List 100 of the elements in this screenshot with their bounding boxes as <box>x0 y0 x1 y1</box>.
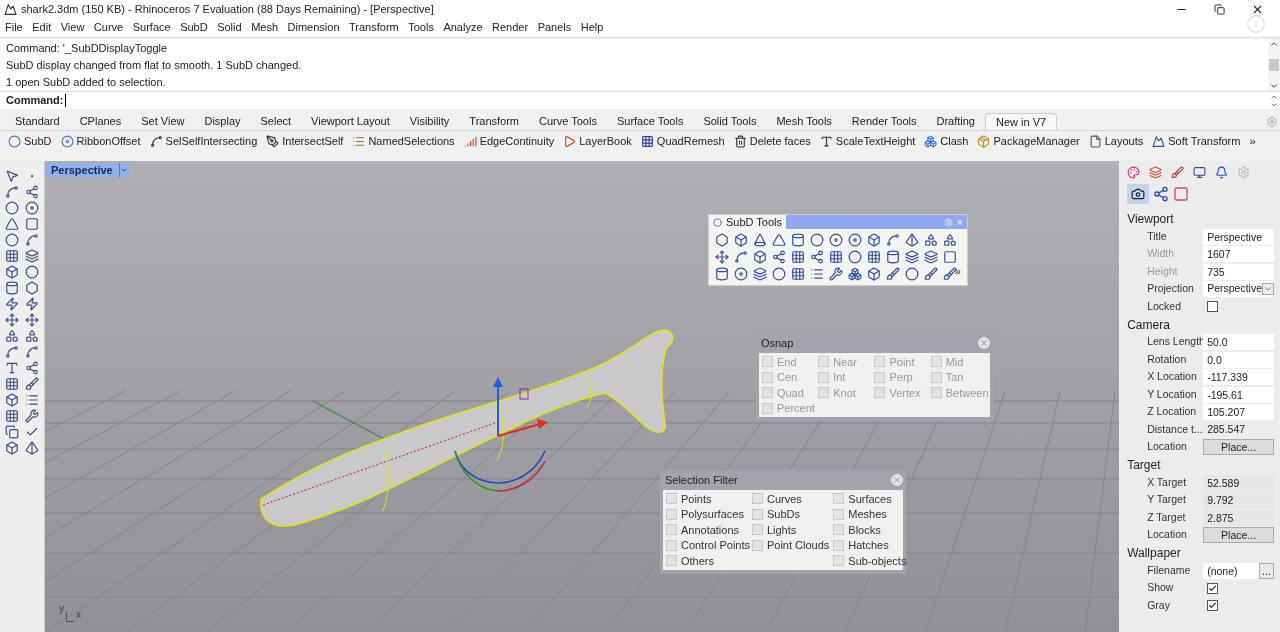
place-button[interactable]: Place... <box>1203 439 1274 456</box>
menu-item[interactable]: Curve <box>93 18 124 36</box>
cube-icon[interactable] <box>5 265 19 279</box>
move-icon[interactable] <box>5 313 19 327</box>
grid-icon[interactable] <box>791 267 806 281</box>
grid-icon[interactable] <box>867 250 882 264</box>
toolbar-tab[interactable]: Mesh Tools <box>766 113 842 130</box>
cube-icon[interactable] <box>867 267 882 281</box>
ribbon-button[interactable]: LayerBook <box>563 132 632 150</box>
brush-icon[interactable] <box>24 377 39 391</box>
wrench-icon[interactable] <box>24 409 39 423</box>
square-icon[interactable] <box>943 250 958 264</box>
burst-icon[interactable] <box>24 297 39 311</box>
ribbon-button[interactable]: Delete faces <box>733 132 811 150</box>
triangle-icon[interactable] <box>5 217 19 231</box>
projection-dropdown[interactable]: Perspective <box>1203 281 1274 298</box>
sphere-icon[interactable] <box>24 265 39 279</box>
sphere-icon[interactable] <box>905 267 920 281</box>
shapes-icon[interactable] <box>924 233 939 247</box>
layers-icon[interactable] <box>905 250 920 264</box>
property-field[interactable]: -117.339 <box>1203 369 1274 386</box>
scrollbar[interactable] <box>1268 39 1280 91</box>
nodes-icon[interactable] <box>772 250 787 264</box>
grid-icon[interactable] <box>5 409 19 423</box>
nodes-icon[interactable] <box>24 185 39 199</box>
toolbar-tab[interactable]: Viewport Layout <box>301 113 400 130</box>
ribbon-button[interactable]: QuadRemesh <box>640 132 725 150</box>
toolbar-tab[interactable]: Drafting <box>926 113 985 130</box>
layers-icon[interactable] <box>1149 166 1163 179</box>
ribbon-button[interactable]: NamedSelections <box>352 132 455 150</box>
menu-item[interactable]: Analyze <box>443 18 483 36</box>
menu-item[interactable]: Render <box>492 18 529 36</box>
polyline-icon[interactable] <box>5 185 19 199</box>
toolbar-tab[interactable]: Display <box>194 113 251 130</box>
menu-item[interactable]: View <box>60 18 85 36</box>
property-field[interactable]: 0.0 <box>1203 351 1274 368</box>
toolbar-tab[interactable]: Render Tools <box>841 113 927 130</box>
move-icon[interactable] <box>24 313 39 327</box>
menu-item[interactable]: Solid <box>217 18 242 36</box>
cube-icon[interactable] <box>5 441 19 455</box>
check-icon[interactable] <box>24 425 39 439</box>
palette-icon[interactable] <box>1127 166 1141 179</box>
checkbox[interactable] <box>1207 301 1219 313</box>
list-icon[interactable] <box>24 393 39 407</box>
toolbar-tab[interactable]: Standard <box>5 113 70 130</box>
bell-icon[interactable] <box>1215 166 1229 179</box>
browse-button[interactable]: ... <box>1259 562 1274 579</box>
menu-item[interactable]: File <box>5 18 23 36</box>
wrench-icon[interactable] <box>829 267 844 281</box>
hexagon-icon[interactable] <box>715 233 730 247</box>
restore-icon[interactable] <box>1214 3 1225 15</box>
property-field[interactable]: 735 <box>1203 263 1274 280</box>
cube-icon[interactable] <box>867 233 882 247</box>
boxes-icon[interactable] <box>848 267 863 281</box>
menu-item[interactable]: Panels <box>537 18 572 36</box>
property-field[interactable]: 50.0 <box>1203 334 1274 351</box>
ribbon-button[interactable]: Soft Transform <box>1152 132 1241 150</box>
grid-icon[interactable] <box>791 250 806 264</box>
ring-icon[interactable] <box>848 233 863 247</box>
text-icon[interactable] <box>5 361 19 375</box>
curve-icon[interactable] <box>5 345 19 359</box>
brush-icon[interactable] <box>886 267 901 281</box>
curve-icon[interactable] <box>24 345 39 359</box>
viewport[interactable] <box>44 161 1120 632</box>
cube-icon[interactable] <box>5 393 19 407</box>
brush-icon[interactable] <box>924 267 939 281</box>
ellipse-icon[interactable] <box>24 201 39 215</box>
toolbar-tab[interactable]: Select <box>250 113 302 130</box>
property-field[interactable]: Perspective <box>1203 228 1274 245</box>
burst-icon[interactable] <box>5 297 19 311</box>
scroll-thumb[interactable] <box>1269 59 1279 71</box>
sphere-icon[interactable] <box>772 267 787 281</box>
checkbox[interactable] <box>1207 600 1219 612</box>
ribbon-button[interactable]: ScaleTextHeight <box>819 132 916 150</box>
property-field[interactable]: 1607 <box>1203 246 1274 263</box>
cube-icon[interactable] <box>734 233 749 247</box>
ring-icon[interactable] <box>829 233 844 247</box>
shapes-icon[interactable] <box>943 233 958 247</box>
grid-icon[interactable] <box>5 377 19 391</box>
toolbar-tab[interactable]: Visibility <box>399 113 460 130</box>
menu-item[interactable]: Mesh <box>251 18 279 36</box>
pointer-icon[interactable] <box>5 169 19 183</box>
menu-item[interactable]: Help <box>580 18 604 36</box>
ribbon-button[interactable]: SubD <box>8 132 52 150</box>
property-field[interactable]: 105.207 <box>1203 404 1274 421</box>
cylinder-icon[interactable] <box>5 281 19 295</box>
menu-item[interactable]: Edit <box>32 18 52 36</box>
ribbon-button[interactable]: EdgeContinuity <box>463 132 555 150</box>
curve-icon[interactable] <box>734 250 749 264</box>
circle-icon[interactable] <box>5 233 19 247</box>
nodes-icon[interactable] <box>810 250 825 264</box>
grid-icon[interactable] <box>829 250 844 264</box>
pyramid-icon[interactable] <box>905 233 920 247</box>
menu-item[interactable]: Dimension <box>287 18 340 36</box>
place-button[interactable]: Place... <box>1203 527 1274 544</box>
menu-item[interactable]: SubD <box>180 18 208 36</box>
copy-icon[interactable] <box>5 425 19 439</box>
ribbon-button[interactable]: SelSelfIntersecting <box>149 132 258 150</box>
property-field[interactable]: -195.61 <box>1203 386 1274 403</box>
toolbar-tab[interactable]: Curve Tools <box>529 113 607 130</box>
